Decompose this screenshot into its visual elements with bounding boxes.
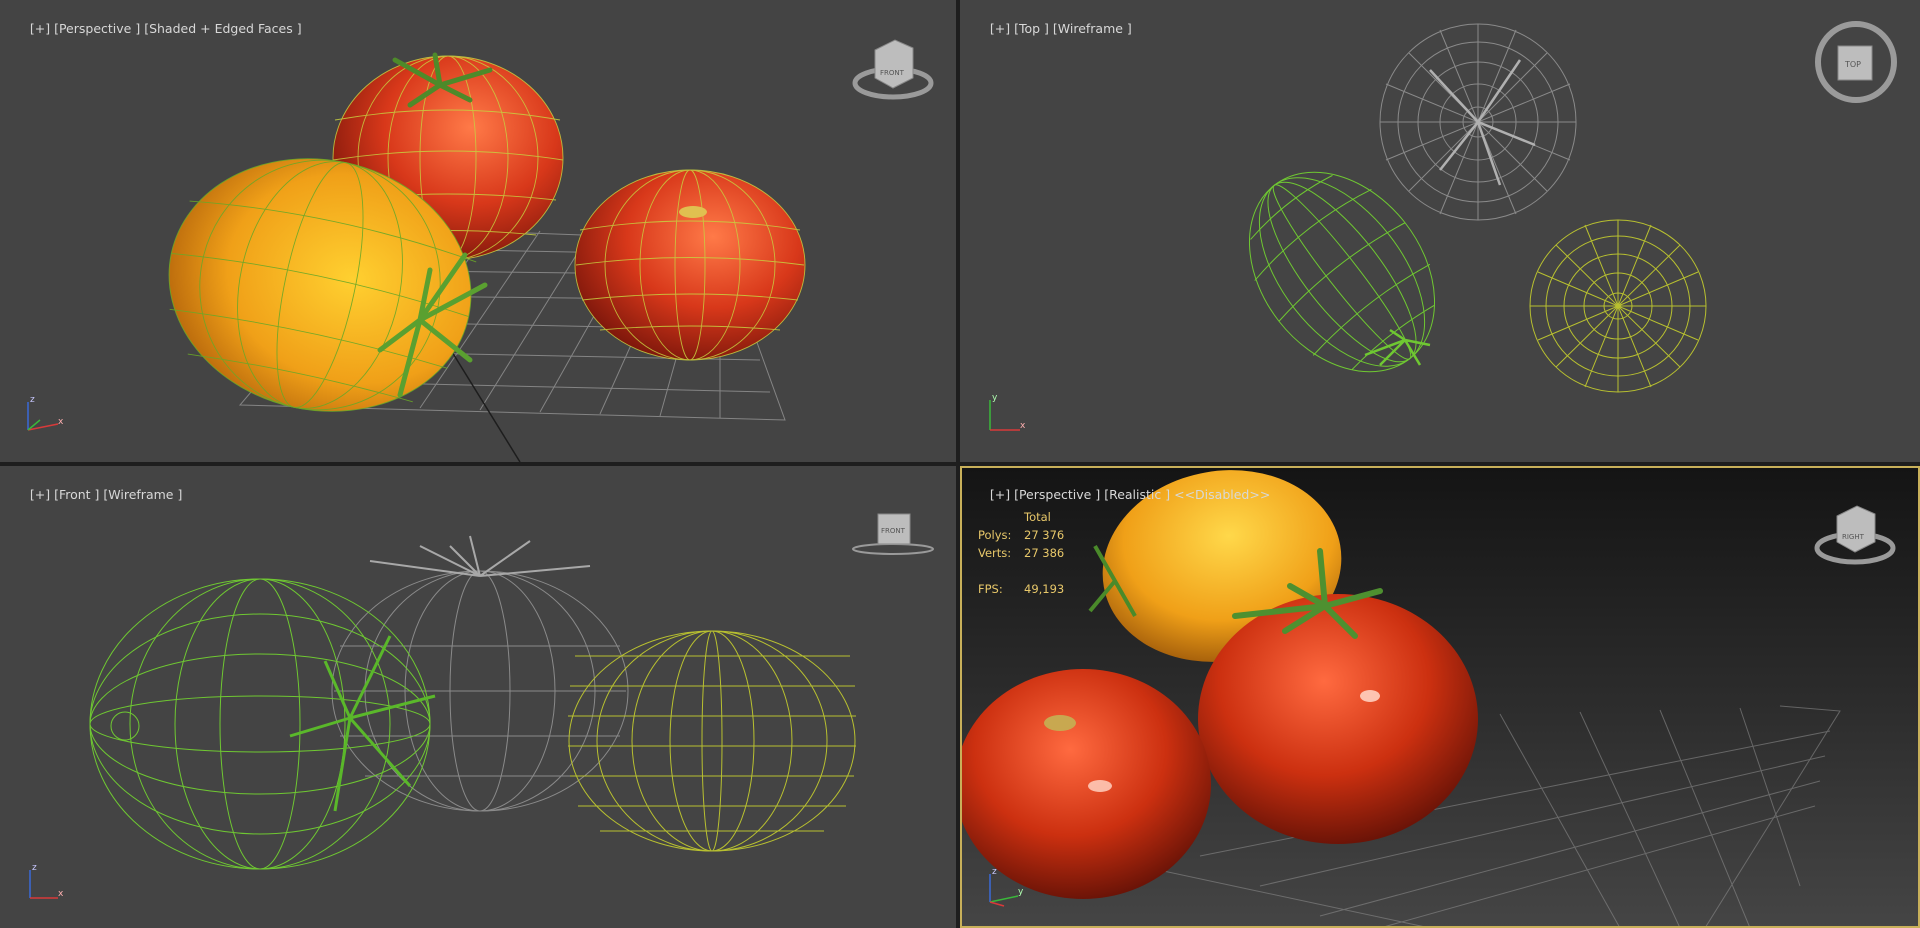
viewcube-label: TOP (1844, 60, 1861, 69)
viewport-disabled-flag[interactable]: <<Disabled>> (1174, 487, 1270, 502)
tomato-red-front (960, 669, 1211, 899)
axis-tripod-icon: z x (29, 863, 64, 899)
viewport-point-of-view[interactable]: [Perspective ] (54, 21, 140, 36)
scene-perspective-realistic: RIGHT z y (960, 470, 1896, 928)
polys-label: Polys: (978, 528, 1012, 542)
viewport-perspective-shaded[interactable]: FRONT z x [+] [Perspective ] [Shaded + Edg… (0, 0, 956, 462)
viewport-point-of-view[interactable]: [Perspective ] (1014, 487, 1100, 502)
viewcube-label: RIGHT (1842, 533, 1865, 541)
polys-value: 27 376 (1024, 528, 1065, 542)
viewport-menu-plus[interactable]: [+] (30, 487, 50, 502)
wire-tomato-yellow (1529, 219, 1707, 393)
viewport-point-of-view[interactable]: [Front ] (54, 487, 99, 502)
viewport-perspective-realistic[interactable]: RIGHT z y [+] [Perspective ] [Realistic ] <… (960, 466, 1920, 928)
fps-label: FPS: (978, 582, 1003, 596)
viewcube-icon: RIGHT (1814, 505, 1896, 565)
viewport-label[interactable]: [+] [Top ] [Wireframe ] (966, 6, 1136, 51)
wire-tomato-green (1248, 171, 1436, 373)
svg-text:z: z (32, 863, 37, 873)
wire-tomato-gray (1379, 23, 1577, 221)
viewport-shading-mode[interactable]: [Realistic ] (1104, 487, 1170, 502)
viewport-menu-plus[interactable]: [+] (990, 21, 1010, 36)
tomato-stem-icon (289, 635, 436, 812)
viewport-shading-mode[interactable]: [Shaded + Edged Faces ] (144, 21, 301, 36)
svg-text:y: y (992, 393, 998, 403)
svg-text:z: z (30, 395, 35, 405)
viewcube-icon: FRONT (852, 39, 934, 100)
scene-front-wireframe: FRONT z x (29, 513, 934, 899)
viewport-label[interactable]: [+] [Perspective ] [Shaded + Edged Faces ] (6, 6, 306, 51)
svg-text:x: x (1020, 421, 1026, 431)
svg-text:x: x (58, 889, 64, 899)
viewport-layout: FRONT z x [+] [Perspective ] [Shaded + Edg… (0, 0, 1920, 928)
viewcube-icon: TOP (1815, 21, 1897, 103)
viewport-menu-plus[interactable]: [+] (990, 487, 1010, 502)
viewcube-label: FRONT (880, 69, 905, 77)
viewport-top-wireframe[interactable]: TOP y x [+] [Top ] [Wireframe ] (960, 0, 1920, 462)
viewport-point-of-view[interactable]: [Top ] (1014, 21, 1049, 36)
svg-text:x: x (58, 417, 64, 427)
scene-top-wireframe: TOP y x (989, 21, 1897, 431)
verts-value: 27 386 (1024, 546, 1065, 560)
viewport-shading-mode[interactable]: [Wireframe ] (1053, 21, 1132, 36)
stats-header: Total (1024, 510, 1051, 524)
axis-tripod-icon: y x (989, 393, 1026, 431)
viewcube-label: FRONT (881, 527, 906, 535)
viewport-front-wireframe[interactable]: FRONT z x [+] [Front ] [Wireframe ] (0, 466, 956, 928)
viewport-menu-plus[interactable]: [+] (30, 21, 50, 36)
viewcube-icon: FRONT (852, 513, 934, 555)
svg-text:y: y (1018, 887, 1024, 897)
svg-text:z: z (992, 867, 997, 877)
wire-tomato-green (89, 578, 431, 870)
tomato-red-right (574, 169, 806, 361)
verts-label: Verts: (978, 546, 1012, 560)
viewport-label[interactable]: [+] [Front ] [Wireframe ] (6, 472, 186, 517)
statistics-overlay: Total Polys: 27 376 Verts: 27 386 FPS: 49,1… (978, 508, 1064, 598)
wire-tomato-yellow (568, 630, 856, 852)
viewport-shading-mode[interactable]: [Wireframe ] (103, 487, 182, 502)
scene-perspective-shaded: FRONT z x (27, 39, 934, 462)
fps-value: 49,193 (1024, 582, 1065, 596)
axis-tripod-icon: z x (27, 395, 64, 431)
